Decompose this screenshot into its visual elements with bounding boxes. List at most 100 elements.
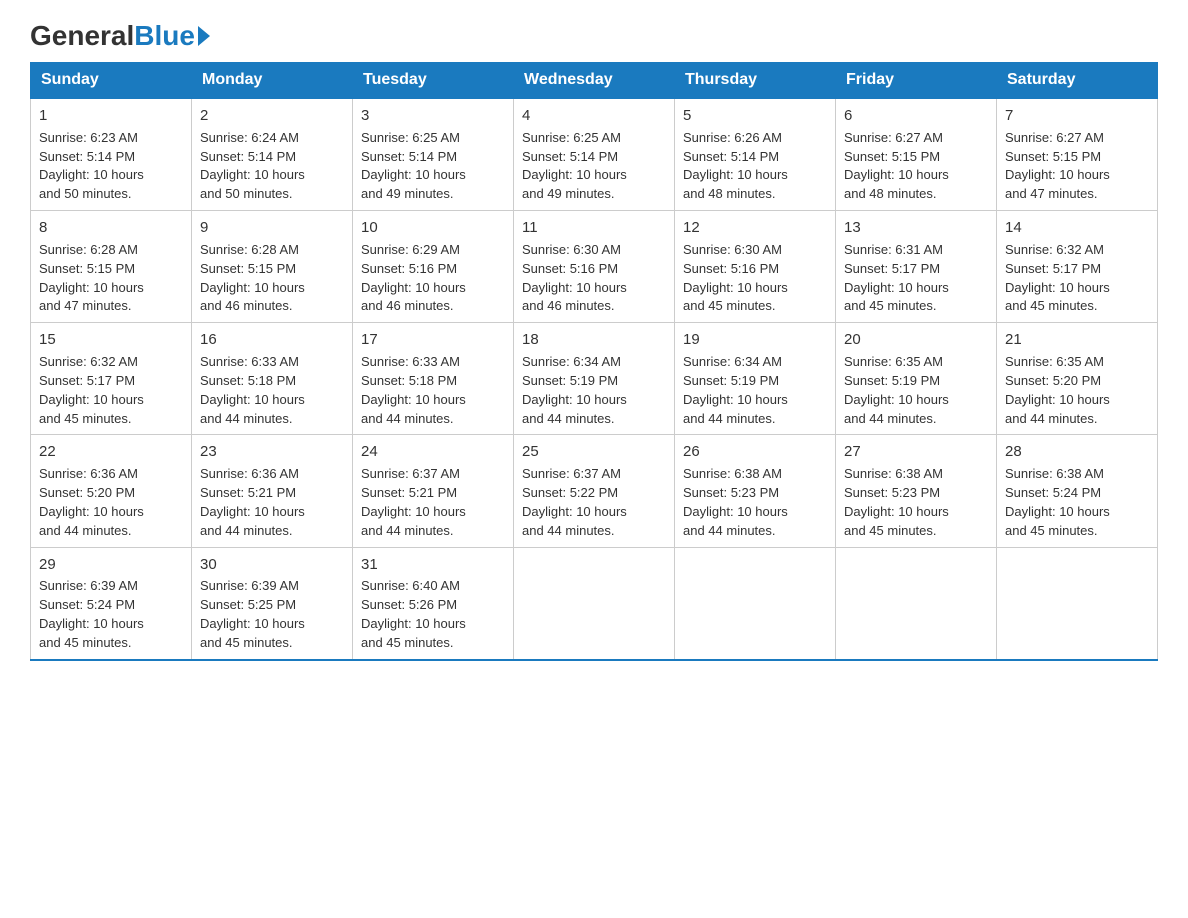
calendar-cell: 21Sunrise: 6:35 AMSunset: 5:20 PMDayligh…: [997, 323, 1158, 435]
sunset-label: Sunset: 5:20 PM: [39, 485, 135, 500]
sunrise-label: Sunrise: 6:38 AM: [844, 466, 943, 481]
sunset-label: Sunset: 5:18 PM: [361, 373, 457, 388]
sunrise-label: Sunrise: 6:34 AM: [522, 354, 621, 369]
sunset-label: Sunset: 5:24 PM: [1005, 485, 1101, 500]
day-number: 2: [200, 105, 344, 127]
sunrise-label: Sunrise: 6:28 AM: [200, 242, 299, 257]
daylight-label: Daylight: 10 hoursand 46 minutes.: [361, 280, 466, 314]
header-cell-thursday: Thursday: [675, 63, 836, 99]
sunset-label: Sunset: 5:17 PM: [39, 373, 135, 388]
header-cell-sunday: Sunday: [31, 63, 192, 99]
calendar-cell: 26Sunrise: 6:38 AMSunset: 5:23 PMDayligh…: [675, 435, 836, 547]
daylight-label: Daylight: 10 hoursand 45 minutes.: [39, 392, 144, 426]
calendar-header: SundayMondayTuesdayWednesdayThursdayFrid…: [31, 63, 1158, 99]
sunset-label: Sunset: 5:22 PM: [522, 485, 618, 500]
calendar-cell: [675, 547, 836, 660]
calendar-cell: 12Sunrise: 6:30 AMSunset: 5:16 PMDayligh…: [675, 211, 836, 323]
sunset-label: Sunset: 5:17 PM: [1005, 261, 1101, 276]
sunset-label: Sunset: 5:26 PM: [361, 597, 457, 612]
sunrise-label: Sunrise: 6:37 AM: [361, 466, 460, 481]
calendar-week-row: 1 Sunrise: 6:23 AM Sunset: 5:14 PM Daylight…: [31, 98, 1158, 211]
daylight-label: Daylight: 10 hoursand 45 minutes.: [1005, 504, 1110, 538]
day-number: 28: [1005, 441, 1149, 463]
daylight-label: Daylight: 10 hoursand 50 minutes.: [39, 167, 144, 201]
calendar-cell: [997, 547, 1158, 660]
daylight-label: Daylight: 10 hoursand 44 minutes.: [683, 504, 788, 538]
sunset-label: Sunset: 5:21 PM: [361, 485, 457, 500]
day-number: 20: [844, 329, 988, 351]
sunset-label: Sunset: 5:15 PM: [39, 261, 135, 276]
calendar-body: 1 Sunrise: 6:23 AM Sunset: 5:14 PM Daylight…: [31, 98, 1158, 660]
sunset-label: Sunset: 5:18 PM: [200, 373, 296, 388]
calendar-cell: [836, 547, 997, 660]
calendar-cell: 19Sunrise: 6:34 AMSunset: 5:19 PMDayligh…: [675, 323, 836, 435]
calendar-cell: 1Sunrise: 6:23 AMSunset: 5:14 PMDaylight…: [31, 98, 192, 211]
day-number: 14: [1005, 217, 1149, 239]
sunset-label: Sunset: 5:16 PM: [522, 261, 618, 276]
sunset-label: Sunset: 5:23 PM: [844, 485, 940, 500]
calendar-cell: 25Sunrise: 6:37 AMSunset: 5:22 PMDayligh…: [514, 435, 675, 547]
logo-blue-text: Blue: [134, 20, 195, 52]
calendar-week-row: 15 Sunrise: 6:32 AM Sunset: 5:17 PM Dayligh…: [31, 323, 1158, 435]
day-number: 31: [361, 554, 505, 576]
day-number: 21: [1005, 329, 1149, 351]
page-header: General Blue: [30, 20, 1158, 52]
sunrise-label: Sunrise: 6:35 AM: [1005, 354, 1104, 369]
daylight-label: Daylight: 10 hoursand 44 minutes.: [844, 392, 949, 426]
day-number: 11: [522, 217, 666, 239]
sunset-label: Sunset: 5:14 PM: [522, 149, 618, 164]
calendar-cell: 31 Sunrise: 6:40 AM Sunset: 5:26 PM Dayligh…: [353, 547, 514, 660]
day-number: 23: [200, 441, 344, 463]
day-number: 30: [200, 554, 344, 576]
sunrise-label: Sunrise: 6:32 AM: [39, 354, 138, 369]
daylight-label: Daylight: 10 hoursand 44 minutes.: [522, 504, 627, 538]
sunrise-label: Sunrise: 6:39 AM: [39, 578, 138, 593]
daylight-label: Daylight: 10 hoursand 44 minutes.: [361, 504, 466, 538]
day-number: 17: [361, 329, 505, 351]
sunset-label: Sunset: 5:16 PM: [361, 261, 457, 276]
sunrise-label: Sunrise: 6:29 AM: [361, 242, 460, 257]
sunrise-label: Sunrise: 6:31 AM: [844, 242, 943, 257]
daylight-label: Daylight: 10 hoursand 48 minutes.: [844, 167, 949, 201]
daylight-label: Daylight: 10 hoursand 45 minutes.: [844, 504, 949, 538]
daylight-label: Daylight: 10 hoursand 45 minutes.: [361, 616, 466, 650]
calendar-cell: 10Sunrise: 6:29 AMSunset: 5:16 PMDayligh…: [353, 211, 514, 323]
daylight-label: Daylight: 10 hoursand 44 minutes.: [200, 392, 305, 426]
calendar-cell: 20Sunrise: 6:35 AMSunset: 5:19 PMDayligh…: [836, 323, 997, 435]
day-number: 8: [39, 217, 183, 239]
daylight-label: Daylight: 10 hoursand 48 minutes.: [683, 167, 788, 201]
daylight-label: Daylight: 10 hoursand 49 minutes.: [361, 167, 466, 201]
calendar-cell: 16Sunrise: 6:33 AMSunset: 5:18 PMDayligh…: [192, 323, 353, 435]
sunset-label: Sunset: 5:24 PM: [39, 597, 135, 612]
sunrise-label: Sunrise: 6:36 AM: [39, 466, 138, 481]
sunset-label: Sunset: 5:25 PM: [200, 597, 296, 612]
sunrise-label: Sunrise: 6:33 AM: [361, 354, 460, 369]
sunrise-label: Sunrise: 6:40 AM: [361, 578, 460, 593]
daylight-label: Daylight: 10 hoursand 45 minutes.: [39, 616, 144, 650]
day-number: 6: [844, 105, 988, 127]
sunset-label: Sunset: 5:14 PM: [200, 149, 296, 164]
daylight-label: Daylight: 10 hoursand 44 minutes.: [522, 392, 627, 426]
calendar-cell: 22Sunrise: 6:36 AMSunset: 5:20 PMDayligh…: [31, 435, 192, 547]
day-number: 4: [522, 105, 666, 127]
daylight-label: Daylight: 10 hoursand 45 minutes.: [1005, 280, 1110, 314]
calendar-cell: 23Sunrise: 6:36 AMSunset: 5:21 PMDayligh…: [192, 435, 353, 547]
header-cell-saturday: Saturday: [997, 63, 1158, 99]
day-number: 19: [683, 329, 827, 351]
sunrise-label: Sunrise: 6:23 AM: [39, 130, 138, 145]
daylight-label: Daylight: 10 hoursand 44 minutes.: [1005, 392, 1110, 426]
daylight-label: Daylight: 10 hoursand 50 minutes.: [200, 167, 305, 201]
day-number: 27: [844, 441, 988, 463]
calendar-cell: 30Sunrise: 6:39 AMSunset: 5:25 PMDayligh…: [192, 547, 353, 660]
day-number: 15: [39, 329, 183, 351]
sunrise-label: Sunrise: 6:36 AM: [200, 466, 299, 481]
sunrise-label: Sunrise: 6:30 AM: [683, 242, 782, 257]
calendar-cell: 2Sunrise: 6:24 AMSunset: 5:14 PMDaylight…: [192, 98, 353, 211]
calendar-cell: [514, 547, 675, 660]
calendar-cell: 4Sunrise: 6:25 AMSunset: 5:14 PMDaylight…: [514, 98, 675, 211]
sunrise-label: Sunrise: 6:39 AM: [200, 578, 299, 593]
daylight-label: Daylight: 10 hoursand 47 minutes.: [39, 280, 144, 314]
day-number: 1: [39, 105, 183, 127]
sunrise-label: Sunrise: 6:37 AM: [522, 466, 621, 481]
daylight-label: Daylight: 10 hoursand 47 minutes.: [1005, 167, 1110, 201]
